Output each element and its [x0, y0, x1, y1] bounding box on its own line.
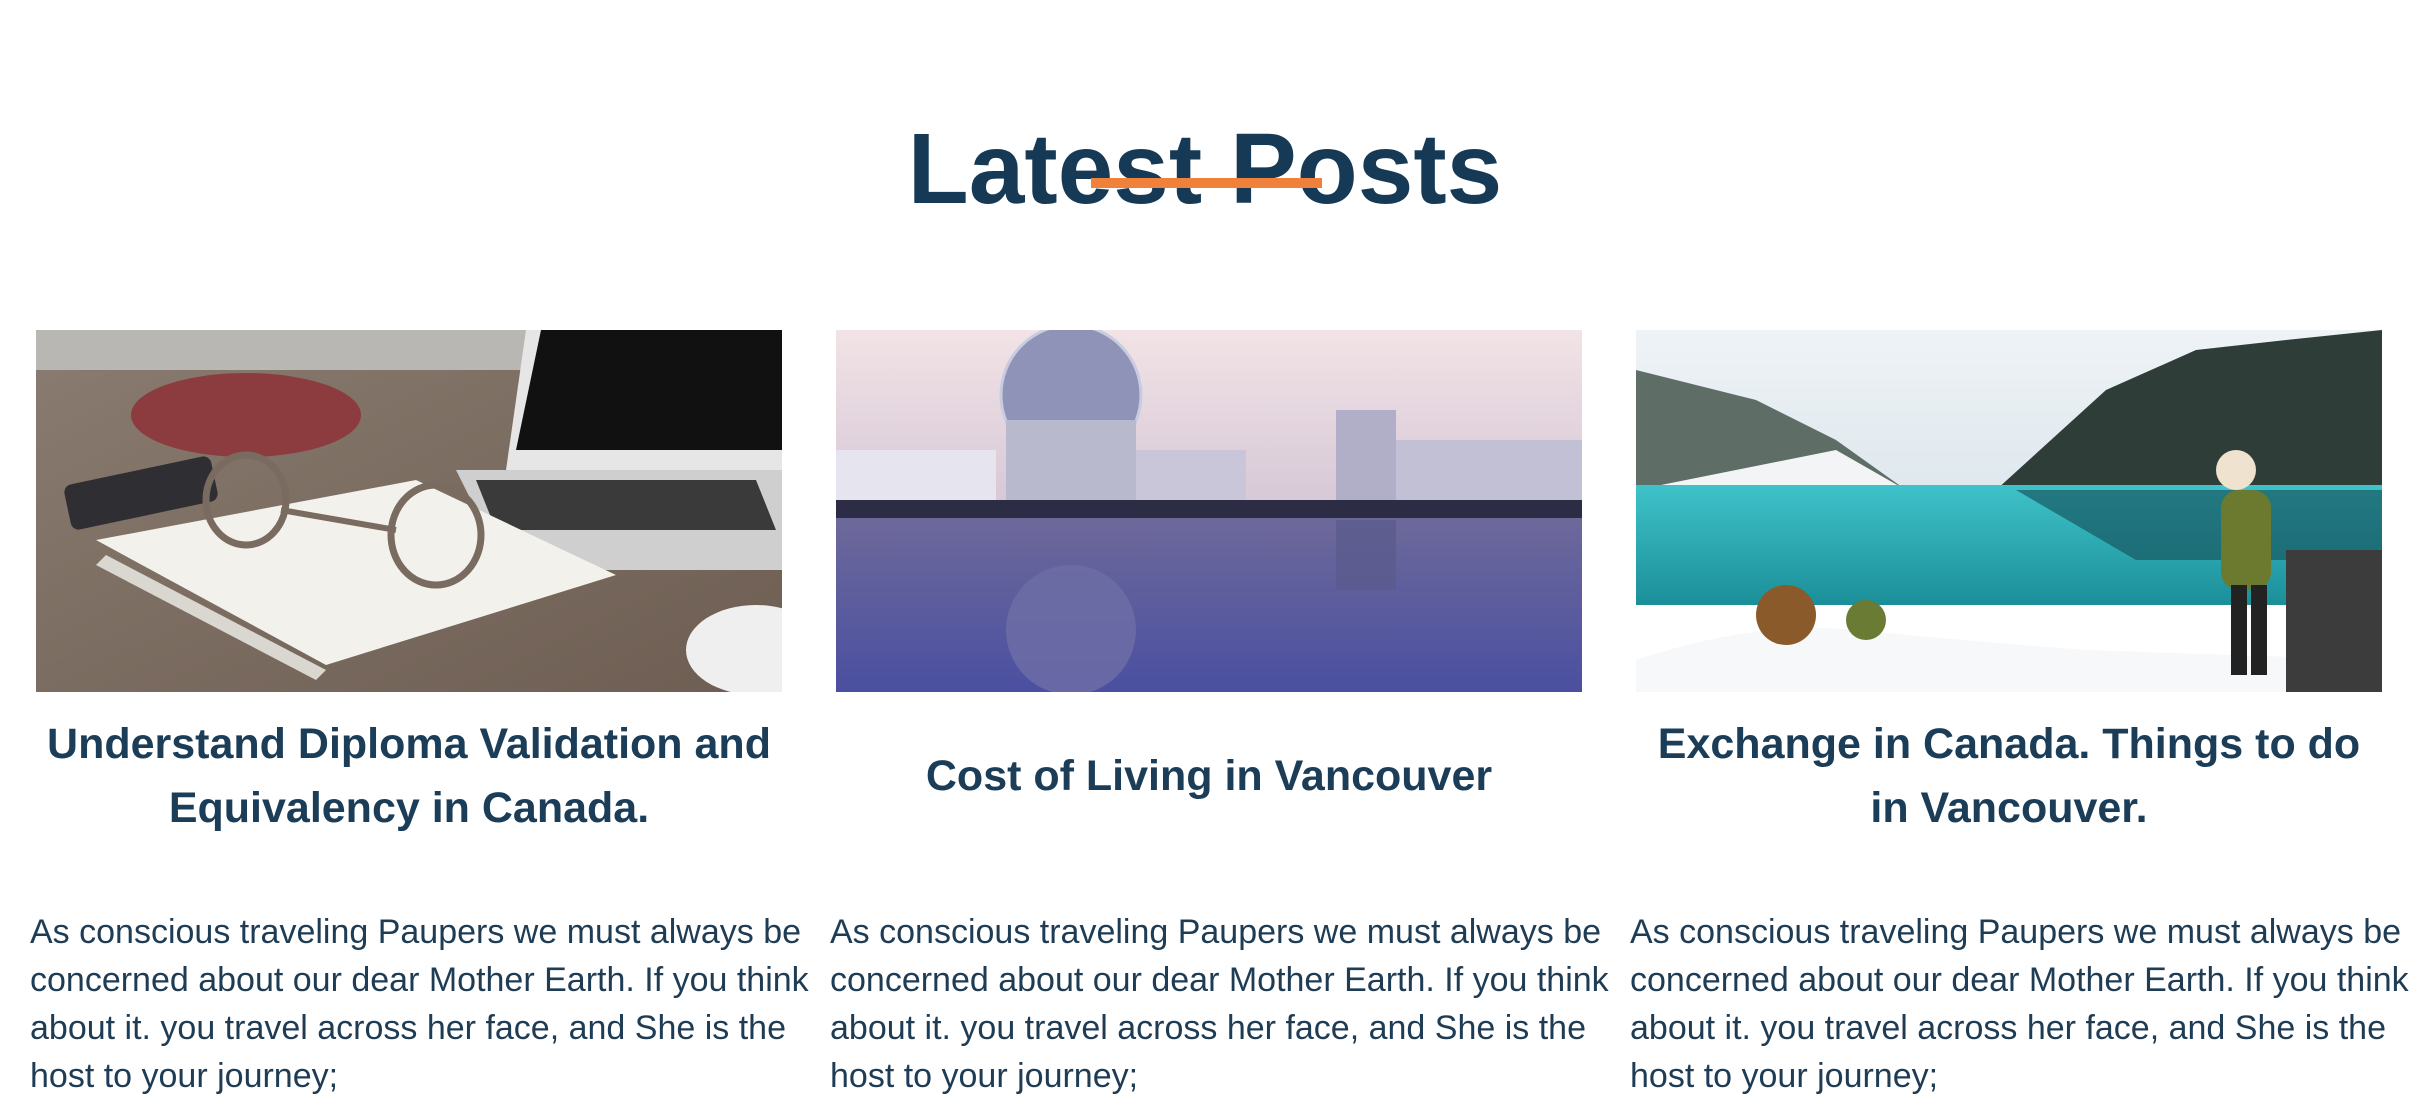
post-title-link[interactable]: Understand Diploma Validation and Equiva… [36, 712, 782, 840]
post-excerpt: As conscious traveling Paupers we must a… [1630, 913, 2409, 1095]
vancouver-photo-image [836, 330, 1582, 692]
post-card: Cost of Living in Vancouver As conscious… [830, 330, 1609, 1095]
lake-photo-image [1636, 330, 2382, 692]
post-thumbnail-lake[interactable] [1636, 330, 2382, 692]
post-excerpt: As conscious traveling Paupers we must a… [830, 913, 1609, 1095]
section-title: Latest Posts [907, 113, 1503, 225]
desk-photo-image [36, 330, 782, 692]
post-card: Exchange in Canada. Things to do in Vanc… [1630, 330, 2409, 1095]
title-underline [1091, 178, 1322, 188]
post-thumbnail-desk[interactable] [36, 330, 782, 692]
post-excerpt: As conscious traveling Paupers we must a… [30, 913, 809, 1095]
post-thumbnail-vancouver[interactable] [836, 330, 1582, 692]
post-card: Understand Diploma Validation and Equiva… [30, 330, 809, 1095]
post-title-link[interactable]: Exchange in Canada. Things to do in Vanc… [1636, 712, 2382, 840]
post-title-link[interactable]: Cost of Living in Vancouver [836, 712, 1582, 840]
